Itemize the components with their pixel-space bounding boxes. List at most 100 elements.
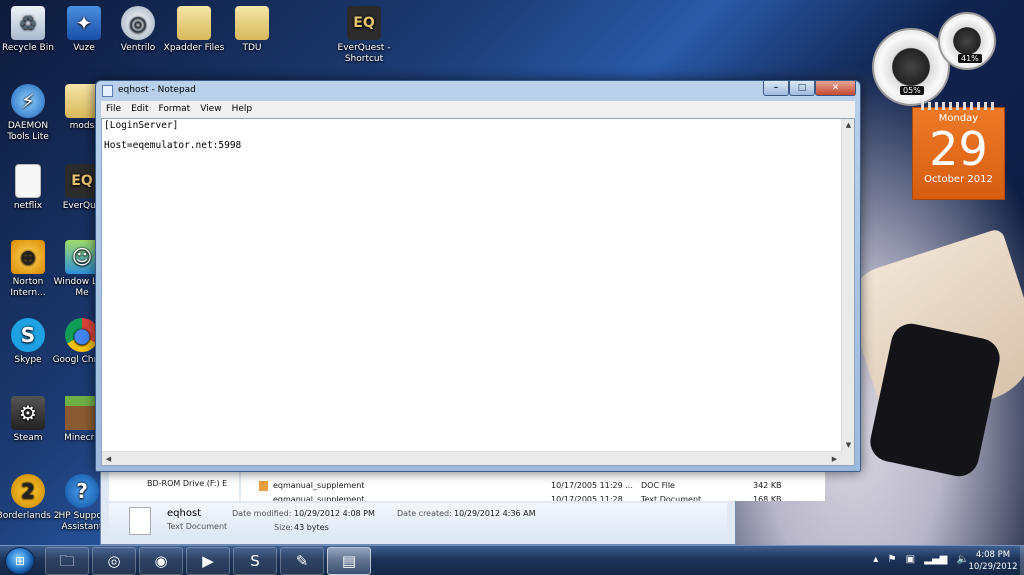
paint-icon: ✎ [295,552,309,570]
file-type: DOC File [641,481,675,490]
help-icon: ? [65,474,99,508]
show-desktop-button[interactable] [1020,546,1024,575]
network-signal-icon[interactable]: ▂▄▆ [924,554,947,565]
vertical-scrollbar[interactable]: ▲ ▼ [841,119,854,451]
taskbar-clock[interactable]: 4:08 PM 10/29/2012 [968,549,1018,573]
menu-help[interactable]: Help [227,101,258,118]
file-list[interactable]: eqmanual_supplement 10/17/2005 11:29 ...… [241,471,825,501]
memory-percent: 41% [958,54,982,63]
skype-icon: S [11,318,45,352]
folder-icon [65,84,99,118]
menu-bar: File Edit Format View Help [101,101,855,118]
text-editor[interactable]: [LoginServer] Host=eqemulator.net:5998 ▲… [101,118,855,466]
menu-format[interactable]: Format [154,101,196,118]
date-created-label: Date created: [397,509,452,518]
borderlands-icon: 2 [11,474,45,508]
calendar-gadget[interactable]: Monday 29 October 2012 [912,102,1005,200]
horizontal-scrollbar[interactable]: ◀ ▶ [102,451,841,465]
file-size: 168 KB [753,495,782,501]
taskbar-media-player-button[interactable]: ▶ [186,547,230,575]
show-hidden-icons-icon[interactable]: ▴ [873,554,878,565]
nav-item-bd-rom[interactable]: BD-ROM Drive (F:) E [147,479,227,488]
taskbar: ⊞ 🗀 ◎ ◉ ▶ S ✎ ▤ ▴ ⚑ ▣ ▂▄▆ 🔈 4:08 PM 10/2… [0,545,1024,575]
norton-icon: ⊕ [11,240,45,274]
everquest-icon: EQ [65,164,99,198]
calendar-rings [921,102,996,110]
notepad-window[interactable]: eqhost - Notepad – □ ✕ File Edit Format Vie… [95,80,861,472]
editor-content[interactable]: [LoginServer] Host=eqemulator.net:5998 [104,121,840,451]
details-file-type: Text Document [167,522,228,531]
memory-meter-gadget[interactable]: 41% [938,12,996,70]
desktop-icon-tdu[interactable]: TDU [220,6,284,54]
scroll-up-icon[interactable]: ▲ [842,121,855,129]
scroll-left-icon[interactable]: ◀ [102,455,115,463]
file-size: 342 KB [753,481,782,490]
details-pane: eqhost Text Document Date modified: 10/2… [109,503,727,540]
desktop-icon-ventrilo[interactable]: ◎ Ventrilo [106,6,170,54]
navigation-pane[interactable]: BD-ROM Drive (F:) E [109,471,239,501]
chrome-icon: ◉ [154,552,168,570]
folder-icon [235,6,269,40]
date-modified-label: Date modified: [232,509,292,518]
clock-date: 10/29/2012 [968,562,1018,572]
everquest-icon: EQ [347,6,381,40]
file-date: 10/17/2005 11:28 ... [551,495,633,501]
menu-view[interactable]: View [195,101,226,118]
taskbar-explorer-button[interactable]: 🗀 [45,547,89,575]
media-player-icon: ▶ [202,552,214,570]
notepad-icon: ▤ [341,552,357,570]
maximize-button[interactable]: □ [789,81,815,96]
taskbar-skype-button[interactable]: S [233,547,277,575]
calendar-day: 29 [929,122,988,176]
ventrilo-icon: ◎ [121,6,155,40]
taskbar-paint-button[interactable]: ✎ [280,547,324,575]
start-button[interactable]: ⊞ [5,547,35,575]
document-icon [15,164,41,198]
steam-icon: ⚙ [11,396,45,430]
skype-icon: S [250,552,260,570]
chrome-icon: ● [65,318,99,352]
windows-logo-icon: ⊞ [14,554,26,568]
title-bar[interactable]: eqhost - Notepad – □ ✕ [96,81,860,101]
taskbar-chrome-button[interactable]: ◉ [139,547,183,575]
vuze-icon: ✦ [67,6,101,40]
close-button[interactable]: ✕ [815,81,856,96]
cpu-percent: 05% [900,86,924,95]
size-value: 43 bytes [294,523,329,532]
file-row[interactable]: eqmanual_supplement 10/17/2005 11:28 ...… [241,493,825,501]
action-center-flag-icon[interactable]: ⚑ [887,554,896,565]
minecraft-icon [65,396,99,430]
ventrilo-icon: ◎ [107,552,121,570]
notepad-icon [102,85,113,97]
resize-grip[interactable] [841,451,854,465]
details-file-name: eqhost [167,508,202,519]
taskbar-notepad-button[interactable]: ▤ [327,547,371,575]
desktop-icon-xpadder-files[interactable]: Xpadder Files [162,6,226,54]
windows-live-icon: ☺ [65,240,99,274]
scroll-right-icon[interactable]: ▶ [828,455,841,463]
desktop-icon-everquest-shortcut[interactable]: EQ EverQuest - Shortcut [332,6,396,65]
desktop-icon-recycle-bin[interactable]: ♻ Recycle Bin [0,6,60,54]
device-icon[interactable]: ▣ [906,554,915,565]
menu-edit[interactable]: Edit [126,101,153,118]
date-created-value: 10/29/2012 4:36 AM [454,509,536,518]
date-modified-value: 10/29/2012 4:08 PM [294,509,375,518]
folder-icon [177,6,211,40]
menu-file[interactable]: File [101,101,126,118]
taskbar-ventrilo-button[interactable]: ◎ [92,547,136,575]
file-row[interactable]: eqmanual_supplement 10/17/2005 11:29 ...… [241,479,825,493]
recycle-bin-icon: ♻ [11,6,45,40]
system-tray: ▴ ⚑ ▣ ▂▄▆ 🔈 [867,554,969,565]
minimize-button[interactable]: – [763,81,789,96]
window-title: eqhost - Notepad [118,85,196,95]
scroll-down-icon[interactable]: ▼ [842,441,855,449]
file-name: eqmanual_supplement [273,495,365,501]
daemon-tools-icon: ⚡ [11,84,45,118]
clock-time: 4:08 PM [975,550,1011,560]
file-date: 10/17/2005 11:29 ... [551,481,633,490]
doc-file-icon [259,481,268,491]
calendar-month-year: October 2012 [924,174,993,185]
size-label: Size: [274,523,294,532]
file-name: eqmanual_supplement [273,481,365,490]
explorer-window[interactable]: BD-ROM Drive (F:) E eqmanual_supplement … [100,468,825,545]
